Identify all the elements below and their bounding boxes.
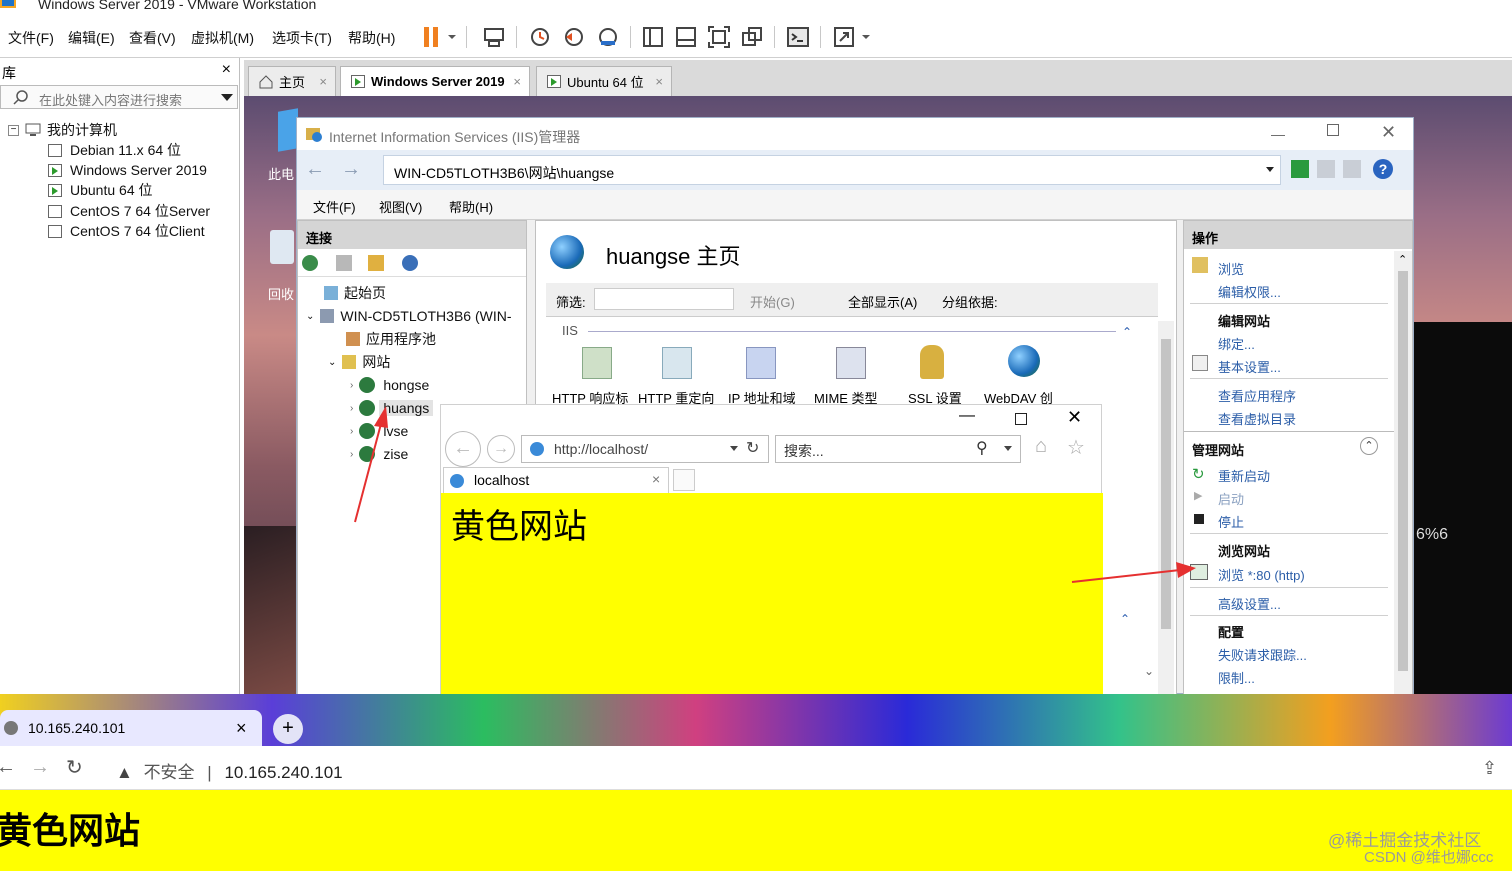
chrome-page-content: 黄色网站 @稀土掘金技术社区 CSDN @维也娜ccc: [0, 790, 1512, 871]
new-tab-button[interactable]: +: [273, 714, 303, 744]
chrome-page-heading: 黄色网站: [0, 810, 141, 851]
annotation-arrow-head: [1176, 562, 1196, 578]
forward-icon[interactable]: →: [30, 756, 50, 779]
annotation-arrow: [354, 419, 383, 523]
share-icon[interactable]: ⇪: [1482, 758, 1497, 779]
warning-icon: ▲: [116, 763, 133, 782]
chrome-toolbar: ← → ↻ ▲ 不安全 | 10.165.240.101 ⇪: [0, 746, 1512, 790]
tab-close-button[interactable]: ×: [236, 718, 247, 739]
chrome-tab[interactable]: 10.165.240.101 ×: [0, 710, 262, 746]
omnibox-divider: |: [207, 763, 212, 782]
back-icon[interactable]: ←: [0, 756, 16, 779]
chrome-tab-label: 10.165.240.101: [28, 720, 126, 736]
watermark-line2: CSDN @维也娜ccc: [1364, 849, 1494, 866]
chrome-url-text: 10.165.240.101: [224, 763, 343, 782]
annotation-arrow: [1071, 569, 1181, 583]
chrome-omnibox[interactable]: ▲ 不安全 | 10.165.240.101: [104, 752, 1464, 784]
globe-icon: [4, 721, 18, 735]
reload-icon[interactable]: ↻: [66, 755, 83, 780]
annotation-arrow-head: [374, 406, 388, 428]
insecure-label: 不安全: [143, 763, 195, 782]
